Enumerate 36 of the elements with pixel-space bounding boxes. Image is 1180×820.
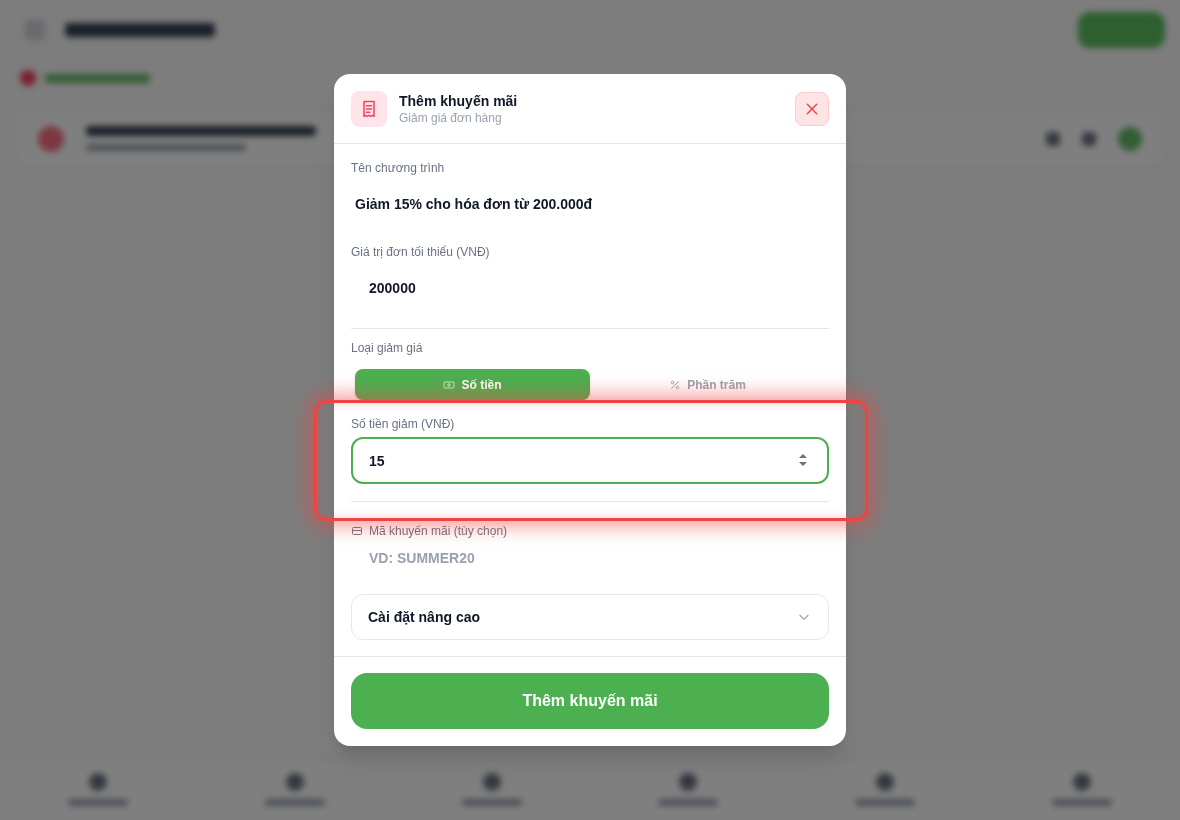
ticket-icon (351, 525, 363, 537)
blurred-icon (1046, 131, 1060, 146)
blurred-text-bar (1051, 799, 1112, 806)
blurred-icon (1118, 126, 1142, 151)
receipt-icon (351, 91, 387, 127)
advanced-settings-toggle[interactable]: Cài đặt nâng cao (351, 594, 829, 640)
number-input[interactable]: 15 (351, 437, 829, 484)
close-button[interactable] (795, 92, 829, 126)
field-label: Loại giảm giá (351, 341, 424, 355)
text-input[interactable]: Giảm 15% cho hóa đơn từ 200.000đ (351, 181, 829, 227)
blurred-icon (876, 773, 894, 791)
blurred-icon (89, 773, 108, 791)
blurred-icon (20, 70, 36, 86)
stepper-icon[interactable] (798, 452, 808, 468)
blurred-icon (286, 773, 304, 791)
blurred-text-bar (68, 799, 129, 806)
blurred-text-bar (265, 799, 325, 806)
blurred-text-bar (461, 799, 522, 806)
dialog-title: Thêm khuyến mãi (399, 92, 519, 110)
text-input[interactable]: 200000 (351, 265, 829, 311)
blurred-text-bar (658, 799, 719, 806)
blurred-icon (679, 773, 698, 791)
blurred-icon (1072, 773, 1091, 791)
banknote-icon (443, 378, 456, 391)
field-label: Số tiền giảm (VNĐ) (351, 417, 456, 431)
field-label: Mã khuyến mãi (tùy chọn) (369, 524, 508, 538)
percent-icon (669, 378, 682, 391)
dialog-subtitle: Giảm giá đơn hàng (399, 110, 503, 126)
blurred-icon (482, 773, 501, 791)
text-input[interactable]: VD: SUMMER20 (351, 538, 829, 578)
close-icon[interactable] (804, 101, 820, 117)
field-label: Giá trị đơn tối thiểu (VNĐ) (351, 245, 491, 259)
blurred-icon (38, 125, 64, 152)
field-label: Tên chương trình (351, 161, 446, 175)
blurred-icon (1082, 131, 1096, 146)
blurred-text-bar (855, 799, 915, 806)
